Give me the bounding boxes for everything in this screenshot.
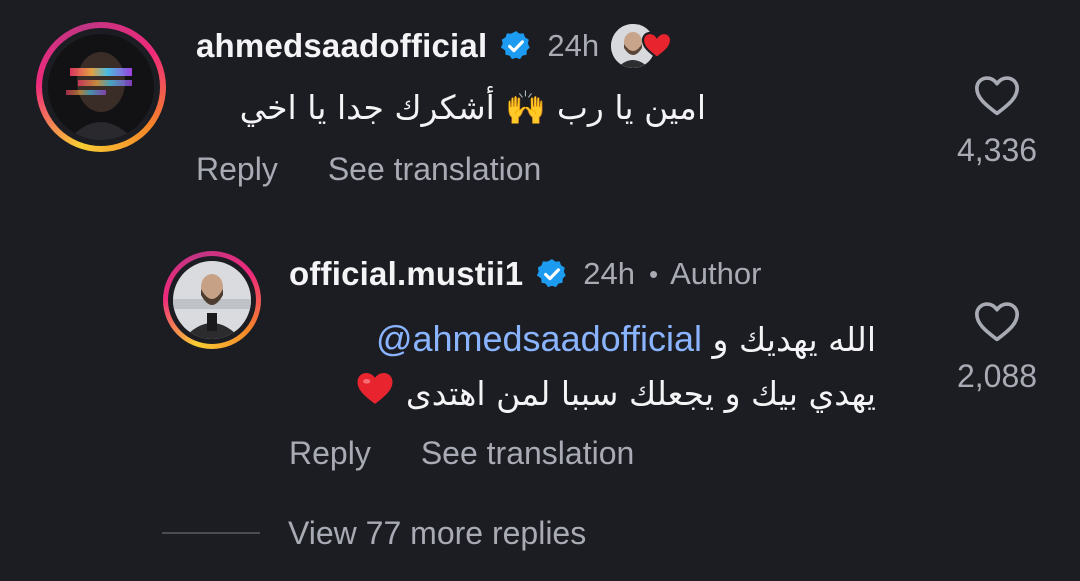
separator-dot: • [648, 258, 659, 289]
mention-link[interactable]: @ahmedsaadofficial [376, 318, 702, 359]
reply-author-avatar-image [173, 261, 251, 339]
comment-header: ahmedsaadofficial 24h [196, 22, 677, 70]
view-more-replies-label: View 77 more replies [288, 514, 587, 551]
verified-badge-icon [535, 257, 569, 291]
creator-liked-indicator [611, 22, 677, 70]
reply-like-column: 2,088 [942, 300, 1052, 395]
verified-badge-icon [499, 29, 533, 63]
red-heart-emoji [355, 369, 395, 423]
reply-timestamp: 24h [583, 256, 635, 291]
commenter-avatar[interactable] [36, 22, 166, 152]
comment-username[interactable]: ahmedsaadofficial [196, 27, 487, 65]
comment-like-count: 4,336 [956, 132, 1038, 168]
reply-username[interactable]: official.mustii1 [289, 255, 523, 293]
reply-text: الله يهديك و @ahmedsaadofficial يهدي بيك… [286, 312, 876, 423]
reply-actions: Reply See translation [289, 430, 634, 476]
reply-header: official.mustii1 24h • Author [289, 250, 761, 298]
reply-button[interactable]: Reply [196, 151, 278, 188]
comment-text: امين يا رب 🙌 أشكرك جدا يا اخي [239, 88, 706, 127]
comment-like-column: 4,336 [942, 74, 1052, 169]
comment-actions: Reply See translation [196, 146, 541, 192]
comments-thread: ahmedsaadofficial 24h امين يا رب 🙌 أشكرك… [0, 0, 1080, 581]
reply-text-line-2: يهدي بيك و يجعلك سببا لمن اهتدى [286, 367, 876, 423]
reply-text-line-1: الله يهديك و @ahmedsaadofficial [286, 312, 876, 367]
author-badge: Author [670, 256, 762, 291]
reply-text-prefix: الله يهديك و [712, 320, 876, 359]
reply-author-avatar[interactable] [163, 251, 261, 349]
reply-text-second-line: يهدي بيك و يجعلك سببا لمن اهتدى [405, 374, 876, 413]
thread-divider [162, 532, 260, 534]
reply-like-count: 2,088 [956, 358, 1038, 394]
reply-button[interactable]: Reply [289, 435, 371, 472]
commenter-avatar-image [48, 34, 154, 140]
heart-outline-icon[interactable] [972, 74, 1022, 118]
red-heart-icon [641, 30, 673, 60]
see-translation-button[interactable]: See translation [421, 435, 634, 472]
view-more-replies-button[interactable]: View 77 more replies [162, 508, 586, 558]
heart-outline-icon[interactable] [972, 300, 1022, 344]
comment-timestamp: 24h [547, 28, 600, 63]
see-translation-button[interactable]: See translation [328, 151, 541, 188]
